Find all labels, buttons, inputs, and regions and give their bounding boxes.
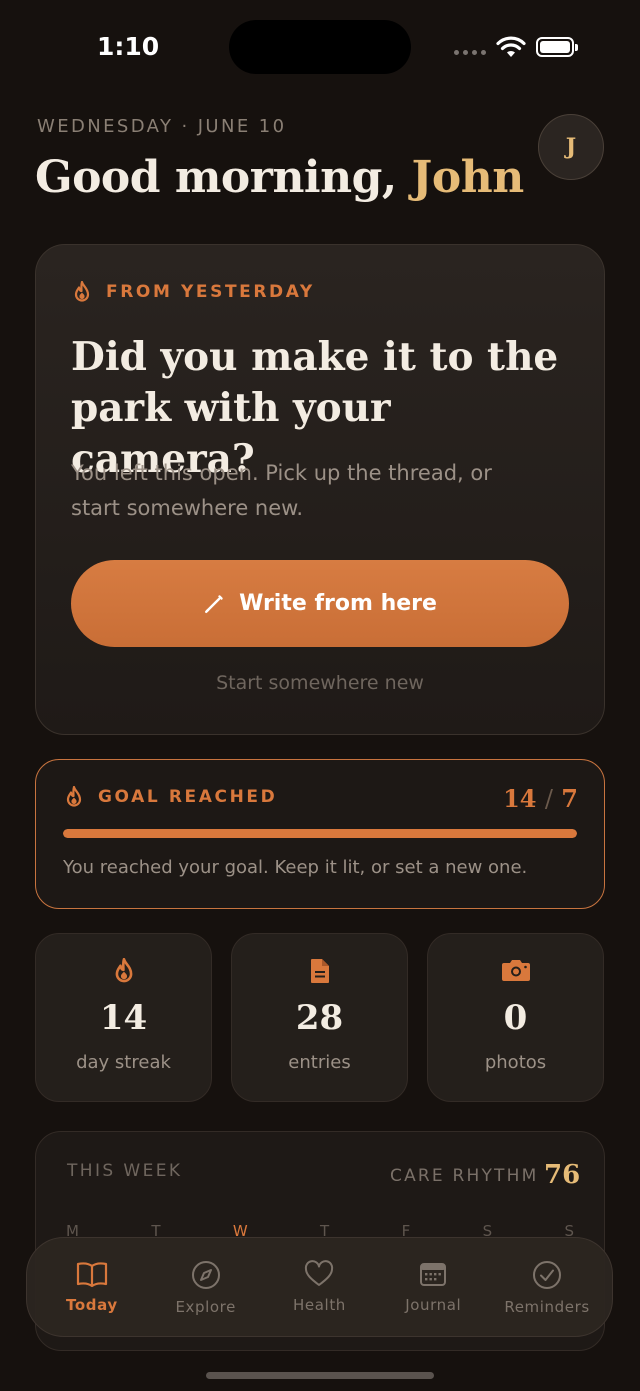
home-indicator[interactable] [206, 1372, 434, 1379]
status-time: 1:10 [97, 32, 160, 61]
stat-card-entries[interactable]: 28 entries [231, 933, 408, 1102]
tab-journal[interactable]: Journal [378, 1238, 488, 1314]
goal-message: You reached your goal. Keep it lit, or s… [63, 857, 528, 878]
user-name: John [411, 152, 525, 203]
goal-eyebrow: GOAL REACHED [64, 786, 277, 808]
tab-explore[interactable]: Explore [151, 1238, 261, 1316]
stat-value: 14 [99, 998, 148, 1038]
flame-icon [74, 281, 90, 302]
tab-label: Explore [175, 1298, 236, 1316]
tab-label: Today [66, 1296, 118, 1314]
write-from-here-button[interactable]: Write from here [71, 560, 569, 647]
prompt-eyebrow-label: FROM YESTERDAY [106, 282, 315, 302]
date-label: WEDNESDAY · JUNE 10 [37, 116, 287, 137]
stat-label: day streak [76, 1052, 171, 1073]
flame-icon [115, 958, 132, 983]
dynamic-island [229, 20, 411, 74]
pencil-icon [205, 594, 223, 613]
tab-bar: Today Explore Health Journal Reminders [26, 1237, 613, 1337]
stat-card-streak[interactable]: 14 day streak [35, 933, 212, 1102]
stat-value: 28 [295, 998, 344, 1038]
goal-current: 14 [503, 784, 537, 813]
heart-icon [305, 1260, 334, 1286]
compass-icon [191, 1261, 220, 1289]
book-icon [76, 1262, 107, 1288]
greeting-title: Good morning, John [35, 152, 524, 203]
check-circle-icon [533, 1261, 562, 1289]
signal-icon [454, 50, 486, 55]
calendar-icon [420, 1263, 447, 1286]
wifi-icon [496, 36, 526, 57]
camera-icon [501, 960, 530, 981]
week-title: THIS WEEK [67, 1161, 183, 1181]
goal-progress-fill [63, 829, 577, 838]
goal-target: 7 [561, 784, 578, 813]
tab-label: Reminders [504, 1298, 590, 1316]
battery-icon [536, 37, 578, 57]
document-icon [310, 959, 329, 983]
avatar[interactable]: J [538, 114, 604, 180]
goal-eyebrow-label: GOAL REACHED [98, 787, 278, 807]
greeting-text: Good morning, [35, 152, 412, 203]
goal-progress-count: 14 / 7 [503, 784, 578, 813]
care-rhythm-value: 76 [544, 1160, 581, 1190]
stat-label: entries [288, 1052, 351, 1073]
tab-reminders[interactable]: Reminders [492, 1238, 602, 1316]
goal-separator: / [544, 785, 553, 813]
tab-health[interactable]: Health [264, 1238, 374, 1314]
stat-value: 0 [503, 998, 528, 1038]
tab-today[interactable]: Today [37, 1238, 147, 1314]
tab-label: Health [293, 1296, 346, 1314]
goal-progress-bar [63, 829, 577, 838]
stat-card-photos[interactable]: 0 photos [427, 933, 604, 1102]
write-button-label: Write from here [239, 591, 437, 616]
stat-label: photos [484, 1052, 547, 1073]
prompt-eyebrow: FROM YESTERDAY [72, 281, 315, 303]
care-rhythm-label: CARE RHYTHM [390, 1166, 539, 1186]
tab-label: Journal [405, 1296, 462, 1314]
prompt-subtitle: You left this open. Pick up the thread, … [71, 461, 492, 520]
start-somewhere-new-link[interactable]: Start somewhere new [71, 672, 569, 694]
flame-icon [66, 786, 82, 807]
